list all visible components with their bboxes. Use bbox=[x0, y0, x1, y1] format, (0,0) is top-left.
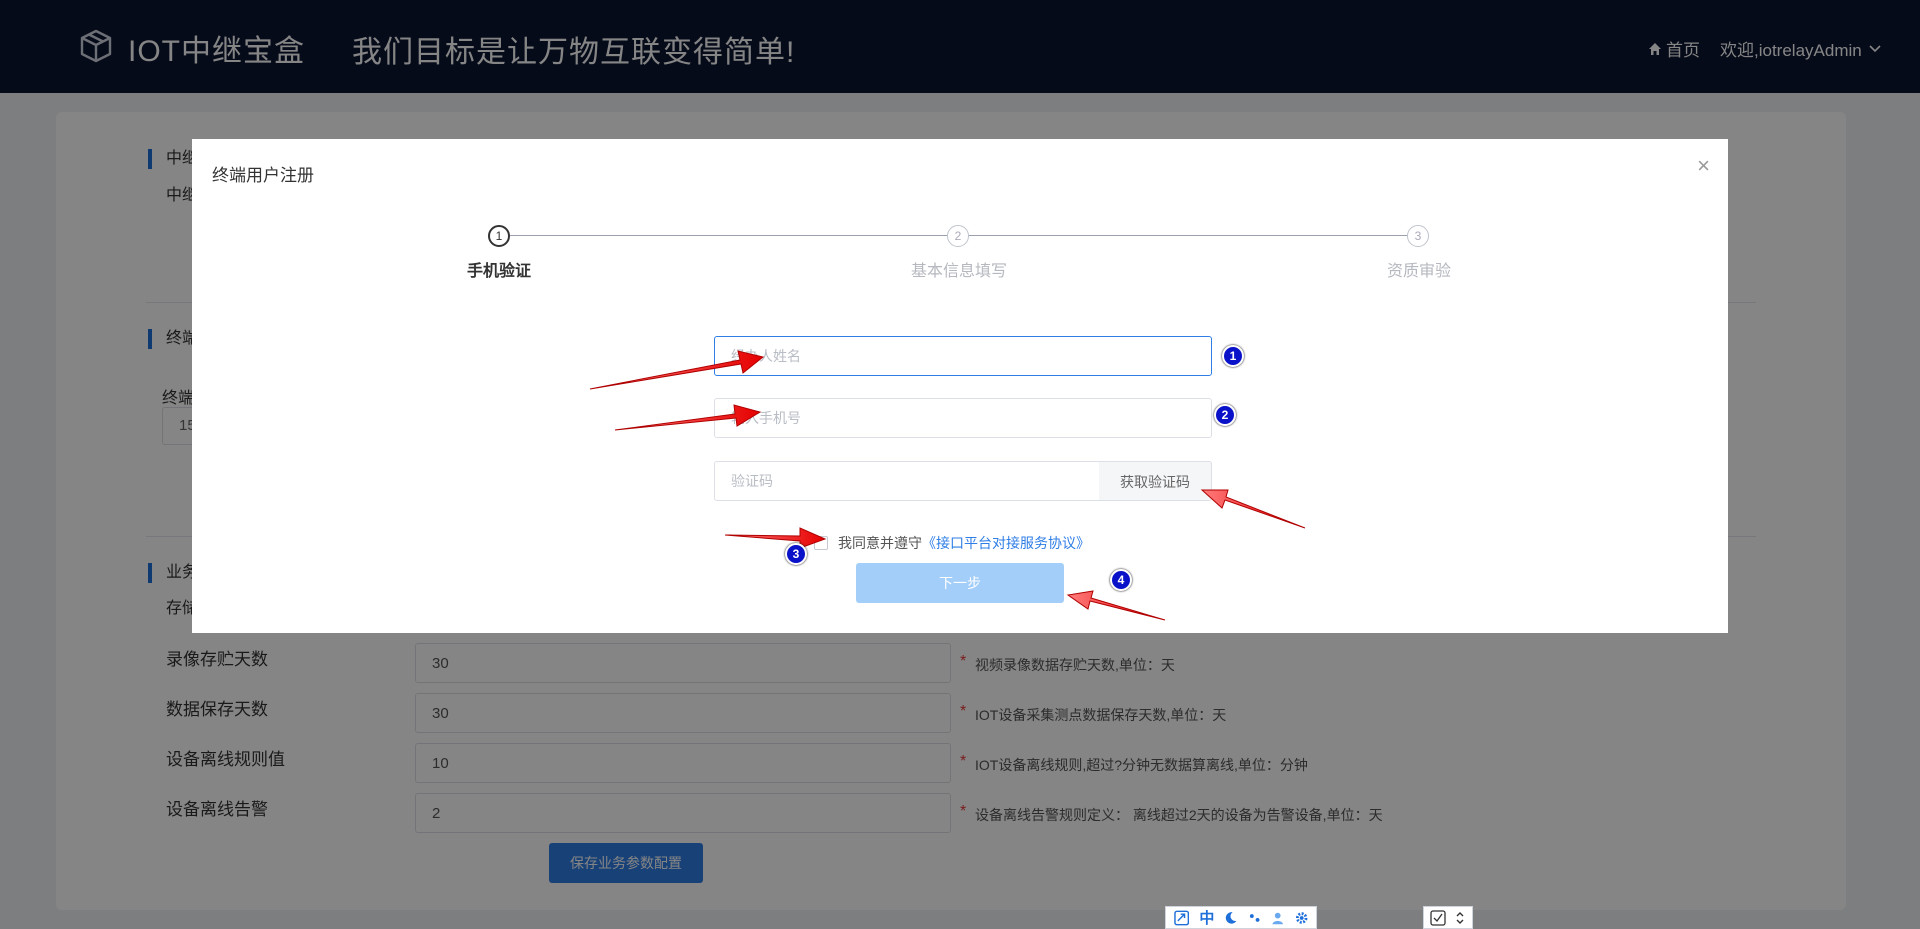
ime-language-toggle[interactable]: 中 bbox=[1199, 907, 1214, 928]
agree-text: 我同意并遵守 bbox=[838, 535, 922, 551]
step-marker-3: 3 bbox=[785, 543, 807, 565]
moon-icon[interactable] bbox=[1224, 911, 1237, 925]
step-3-label: 资质审验 bbox=[1386, 263, 1452, 280]
chevron-updown-icon[interactable] bbox=[1456, 911, 1464, 925]
modal-title: 终端用户注册 bbox=[212, 166, 314, 185]
ime-switch-icon[interactable] bbox=[1430, 909, 1446, 926]
step-2-label: 基本信息填写 bbox=[910, 263, 1008, 280]
agent-name-input[interactable] bbox=[714, 336, 1212, 376]
register-modal: 终端用户注册 × 1 2 3 手机验证 基本信息填写 资质审验 经办人姓名: 手… bbox=[192, 139, 1728, 633]
step-3-circle: 3 bbox=[1407, 225, 1429, 247]
step-marker-2: 2 bbox=[1214, 404, 1236, 426]
step-2-circle: 2 bbox=[947, 225, 969, 247]
step-marker-1: 1 bbox=[1222, 345, 1244, 367]
close-icon[interactable]: × bbox=[1697, 155, 1710, 177]
next-step-button[interactable]: 下一步 bbox=[856, 563, 1064, 603]
sms-code-input[interactable] bbox=[714, 461, 1100, 501]
punctuation-icon[interactable] bbox=[1248, 911, 1261, 925]
ime-switch-icon[interactable] bbox=[1174, 910, 1190, 926]
step-marker-4: 4 bbox=[1110, 569, 1132, 591]
step-1-circle: 1 bbox=[488, 225, 510, 247]
agreement-row: 我同意并遵守 《接口平台对接服务协议》 bbox=[814, 533, 1090, 553]
ime-mini-toolbar bbox=[1423, 906, 1473, 929]
phone-input[interactable] bbox=[714, 398, 1212, 438]
user-icon[interactable] bbox=[1271, 911, 1284, 925]
agree-checkbox[interactable] bbox=[814, 536, 828, 550]
step-connector bbox=[967, 235, 1412, 236]
step-1-label: 手机验证 bbox=[466, 263, 532, 280]
get-code-button[interactable]: 获取验证码 bbox=[1099, 461, 1212, 501]
gear-icon[interactable] bbox=[1295, 911, 1308, 925]
ime-toolbar: 中 bbox=[1165, 906, 1317, 929]
agreement-link[interactable]: 《接口平台对接服务协议》 bbox=[922, 533, 1090, 553]
